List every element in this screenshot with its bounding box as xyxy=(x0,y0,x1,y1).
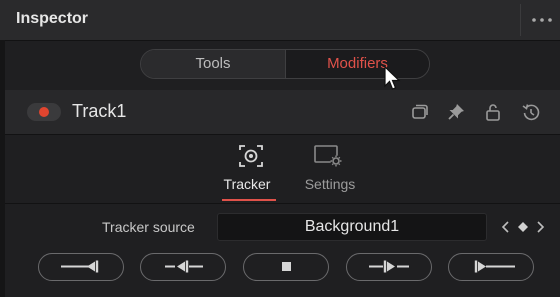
panel-title: Inspector xyxy=(16,10,89,27)
header-divider xyxy=(520,4,521,36)
track-to-end-icon xyxy=(474,260,515,273)
track-to-end-button[interactable] xyxy=(448,253,534,281)
settings-icon xyxy=(314,145,342,167)
active-tab-underline xyxy=(222,199,276,201)
inspector-header: Inspector xyxy=(0,0,560,41)
tracker-source-label: Tracker source xyxy=(102,219,195,235)
tab-label: Settings xyxy=(304,176,356,192)
tab-tracker[interactable]: Tracker xyxy=(210,135,284,203)
more-horizontal-icon[interactable] xyxy=(530,16,554,24)
keyframe-navigation-icon[interactable] xyxy=(500,218,546,236)
track-backward-button[interactable] xyxy=(140,253,226,281)
pin-icon[interactable] xyxy=(446,102,466,122)
tracker-icon xyxy=(239,145,263,167)
versions-icon[interactable] xyxy=(410,102,430,122)
track-forward-button[interactable] xyxy=(346,253,432,281)
tools-tab-button[interactable]: Tools xyxy=(141,50,286,78)
tracker-source-field[interactable]: Background1 xyxy=(217,213,487,241)
track-backward-icon xyxy=(165,260,203,273)
toggle-indicator-dot xyxy=(39,107,49,117)
modifiers-tab-button[interactable]: Modifiers xyxy=(286,50,429,78)
inspector-tabs: Tracker Settings xyxy=(5,135,560,204)
tab-settings[interactable]: Settings xyxy=(292,135,368,203)
stop-tracking-button[interactable] xyxy=(243,253,329,281)
inspector-panel: Inspector Tools Modifiers Track1 Tracker… xyxy=(0,0,560,297)
reset-icon[interactable] xyxy=(521,102,541,122)
lock-icon[interactable] xyxy=(483,102,503,122)
track-to-start-icon xyxy=(61,260,99,273)
node-name: Track1 xyxy=(72,101,127,121)
mouse-cursor-icon xyxy=(384,66,401,90)
stop-icon xyxy=(282,262,291,271)
track-to-start-button[interactable] xyxy=(38,253,124,281)
node-header-row: Track1 xyxy=(5,90,560,135)
track-forward-icon xyxy=(369,260,409,273)
node-enable-toggle[interactable] xyxy=(27,103,61,121)
tab-label: Tracker xyxy=(223,176,271,192)
